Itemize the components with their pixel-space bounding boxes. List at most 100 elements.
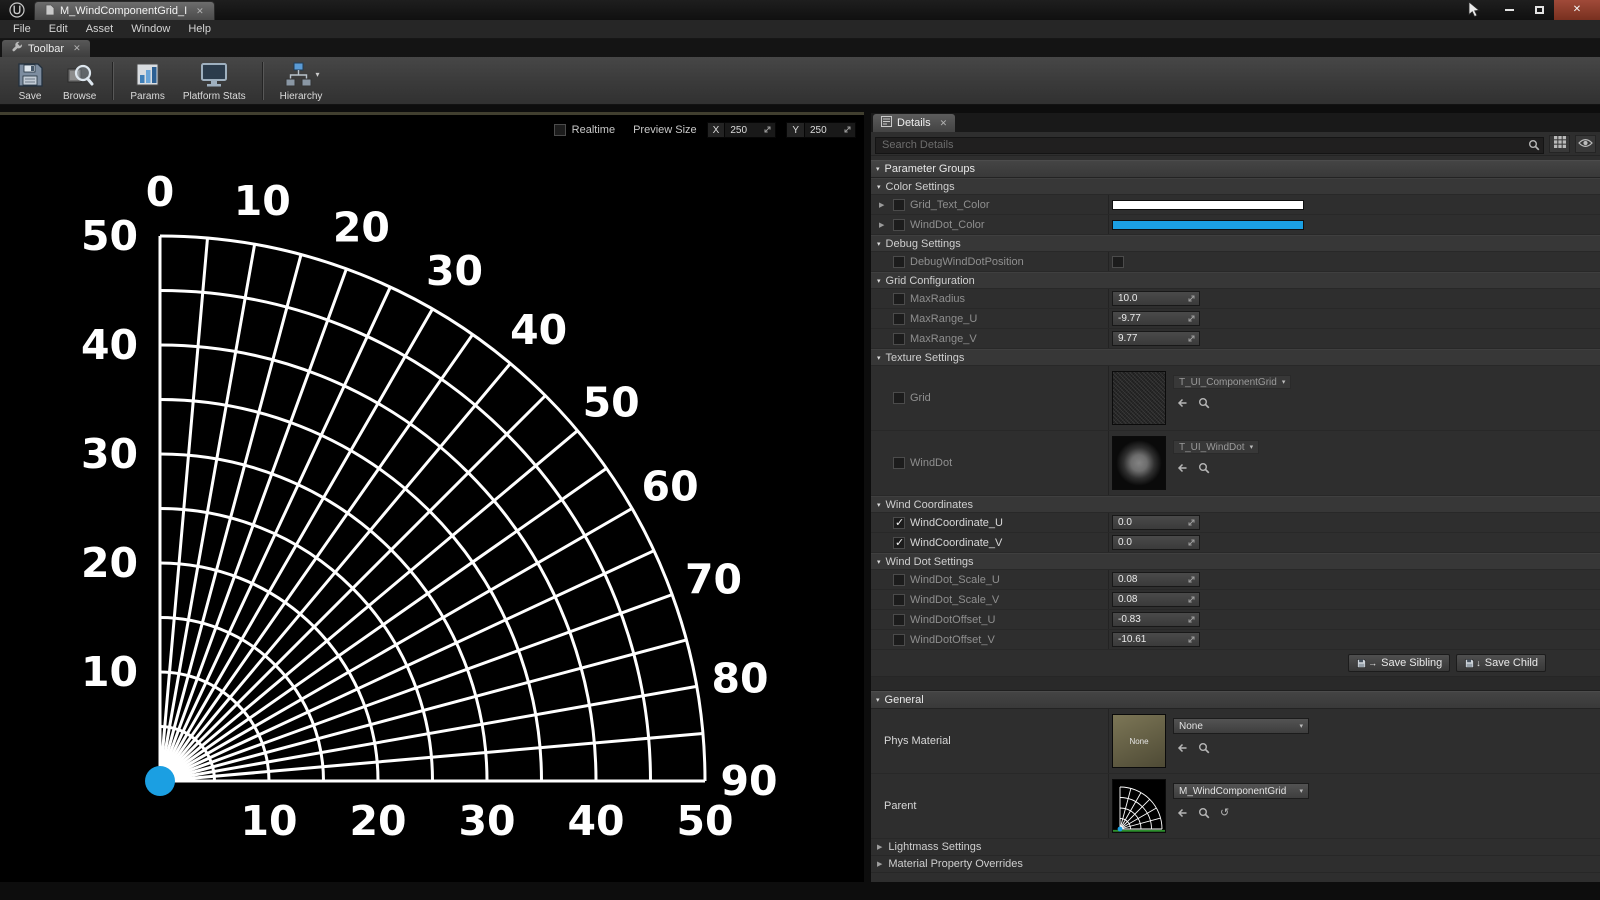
menu-help[interactable]: Help [179,20,220,39]
asset-document-tab[interactable]: M_WindComponentGrid_I ✕ [34,1,215,20]
texture-select-winddot[interactable]: T_UI_WindDot▾ [1173,440,1259,454]
wind-grid-preview-chart: 010203040506070809050403020101020304050 [0,115,864,882]
toolbar-tab[interactable]: Toolbar ✕ [2,40,90,57]
asset-select-phys-material[interactable]: None▾ [1173,718,1309,734]
section-header-grid-configuration[interactable]: ▾Grid Configuration [871,272,1600,289]
collapse-triangle-icon: ▾ [876,165,880,173]
override-checkbox-windcoordinate-v[interactable] [893,537,905,549]
details-tab-row: Details ✕ [871,113,1600,132]
asset-thumbnail-phys-material[interactable]: None [1112,714,1166,768]
value-field-winddot-scale-v[interactable]: 0.08 [1112,592,1200,607]
toolbar-button-browse[interactable]: Browse [54,58,105,104]
close-tab-icon[interactable]: ✕ [196,7,204,16]
value-field-winddot-scale-u[interactable]: 0.08 [1112,572,1200,587]
minimize-button[interactable] [1494,0,1524,20]
save-child-button[interactable]: ↓ Save Child [1456,654,1546,672]
title-bar[interactable]: M_WindComponentGrid_I ✕ ✕ [0,0,1600,20]
asset-thumbnail-parent[interactable] [1112,779,1166,833]
override-checkbox-grid[interactable] [893,392,905,404]
expand-arrow-icon[interactable]: ▶ [879,201,888,209]
close-tab-icon[interactable]: ✕ [940,119,948,128]
override-checkbox-debugwinddotposition[interactable] [893,256,905,268]
browse-to-icon[interactable] [1198,397,1210,409]
expand-arrow-icon[interactable]: ▶ [879,221,888,229]
asset-controls: M_WindComponentGrid▾ ↺ [1173,779,1309,819]
toolbar-button-label: Params [130,91,164,102]
texture-thumbnail-winddot[interactable] [1112,436,1166,490]
browse-to-icon[interactable] [1198,462,1210,474]
details-tab[interactable]: Details ✕ [873,114,955,132]
texture-thumbnail-grid[interactable] [1112,371,1166,425]
value-field-maxrange-v[interactable]: 9.77 [1112,331,1200,346]
use-selected-icon[interactable] [1176,807,1188,819]
use-selected-icon[interactable] [1176,462,1188,474]
browse-to-icon[interactable] [1198,807,1210,819]
value-field-maxrange-u[interactable]: -9.77 [1112,311,1200,326]
section-header-color-settings[interactable]: ▾Color Settings [871,178,1600,195]
close-button[interactable]: ✕ [1554,0,1600,20]
property-matrix-button[interactable] [1549,135,1570,153]
override-checkbox-maxradius[interactable] [893,293,905,305]
section-title: Debug Settings [886,238,961,250]
asset-select-parent[interactable]: M_WindComponentGrid▾ [1173,783,1309,799]
override-checkbox-winddotoffset-v[interactable] [893,634,905,646]
dropdown-caret-icon[interactable]: ▾ [316,70,320,79]
wrench-icon [11,41,23,56]
texture-select-grid[interactable]: T_UI_ComponentGrid▾ [1173,375,1291,389]
toolbar-button-hierarchy[interactable]: ▾Hierarchy [271,58,332,104]
override-checkbox-windcoordinate-u[interactable] [893,517,905,529]
use-selected-icon[interactable] [1176,397,1188,409]
search-details-input[interactable] [875,137,1544,154]
reset-to-default-icon[interactable]: ↺ [1220,808,1229,819]
use-selected-icon[interactable] [1176,742,1188,754]
maximize-button[interactable] [1524,0,1554,20]
horizontal-axis-label: 20 [349,797,406,845]
realtime-checkbox[interactable] [554,124,566,136]
section-header-wind-dot-settings[interactable]: ▾Wind Dot Settings [871,553,1600,570]
preview-size-x-input[interactable]: 250 [724,122,776,138]
section-header-debug-settings[interactable]: ▾Debug Settings [871,235,1600,252]
param-row-left: WindDotOffset_V [871,630,1108,649]
toolbar-button-params[interactable]: Params [121,58,173,104]
collapsed-section-material-property-overrides[interactable]: ▶Material Property Overrides [871,856,1600,873]
value-field-maxradius[interactable]: 10.0 [1112,291,1200,306]
material-preview-viewport[interactable]: 010203040506070809050403020101020304050 … [0,112,864,882]
display-filter-button[interactable] [1575,135,1596,153]
expand-arrow-icon: ▶ [877,843,882,851]
menu-file[interactable]: File [4,20,40,39]
param-label: WindDot_Color [910,219,985,231]
section-header-wind-coordinates[interactable]: ▾Wind Coordinates [871,496,1600,513]
param-label: WindDotOffset_U [910,614,995,626]
override-checkbox-winddot-color[interactable] [893,219,905,231]
override-checkbox-winddotoffset-u[interactable] [893,614,905,626]
override-checkbox-grid-text-color[interactable] [893,199,905,211]
parameter-groups-header[interactable]: ▾ Parameter Groups [871,160,1600,178]
value-field-windcoordinate-v[interactable]: 0.0 [1112,535,1200,550]
realtime-label: Realtime [572,124,615,136]
value-field-winddotoffset-u[interactable]: -0.83 [1112,612,1200,627]
value-field-winddotoffset-v[interactable]: -10.61 [1112,632,1200,647]
save-sibling-button[interactable]: → Save Sibling [1348,654,1450,672]
override-checkbox-winddot-scale-u[interactable] [893,574,905,586]
menu-window[interactable]: Window [122,20,179,39]
close-tab-icon[interactable]: ✕ [73,44,81,53]
color-swatch-grid-text-color[interactable] [1112,200,1304,210]
browse-to-icon[interactable] [1198,742,1210,754]
value-field-windcoordinate-u[interactable]: 0.0 [1112,515,1200,530]
menu-edit[interactable]: Edit [40,20,77,39]
override-checkbox-winddot[interactable] [893,457,905,469]
toolbar-button-platform-stats[interactable]: Platform Stats [174,58,255,104]
color-swatch-winddot-color[interactable] [1112,220,1304,230]
menu-bar: FileEditAssetWindowHelp [0,20,1600,39]
override-checkbox-winddot-scale-v[interactable] [893,594,905,606]
collapsed-section-lightmass-settings[interactable]: ▶Lightmass Settings [871,839,1600,856]
override-checkbox-maxrange-v[interactable] [893,333,905,345]
preview-size-y-input[interactable]: 250 [804,122,856,138]
toolbar-button-save[interactable]: Save [6,58,54,104]
override-checkbox-maxrange-u[interactable] [893,313,905,325]
menu-asset[interactable]: Asset [77,20,123,39]
section-header-texture-settings[interactable]: ▾Texture Settings [871,349,1600,366]
value-checkbox-debugwinddotposition[interactable] [1112,256,1124,268]
angle-label: 10 [234,177,291,225]
general-header[interactable]: ▾ General [871,691,1600,709]
